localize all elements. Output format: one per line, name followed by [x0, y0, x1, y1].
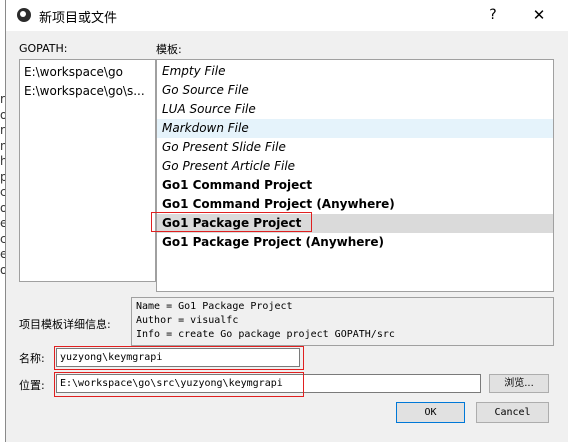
browse-button[interactable]: 浏览...	[489, 374, 549, 393]
title-bar: 新项目或文件 ? ✕	[6, 0, 568, 31]
template-item-go-source-file[interactable]: Go Source File	[157, 81, 553, 100]
gopath-item[interactable]: E:\workspace\go	[20, 63, 155, 82]
template-info-author: Author = visualfc	[136, 315, 239, 326]
gopath-item[interactable]: E:\workspace\go\s...	[20, 82, 155, 101]
ok-button[interactable]: OK	[396, 402, 465, 423]
template-item-markdown-file[interactable]: Markdown File	[157, 119, 553, 138]
template-item-go-present-article-file[interactable]: Go Present Article File	[157, 157, 553, 176]
close-button[interactable]: ✕	[526, 4, 552, 26]
highlight-location-field	[54, 372, 304, 397]
template-item-empty-file[interactable]: Empty File	[157, 62, 553, 81]
app-logo-icon	[17, 8, 31, 22]
template-info-name: Name = Go1 Package Project	[136, 301, 293, 312]
location-label: 位置:	[19, 379, 45, 392]
template-item-go-present-slide-file[interactable]: Go Present Slide File	[157, 138, 553, 157]
template-info-label: 项目模板详细信息:	[19, 318, 111, 331]
dialog-title: 新项目或文件	[39, 11, 118, 26]
template-info-description: Info = create Go package project GOPATH/…	[136, 329, 395, 340]
gopath-list[interactable]: E:\workspace\go E:\workspace\go\s...	[19, 59, 156, 282]
template-item-go1-package-project-anywhere[interactable]: Go1 Package Project (Anywhere)	[157, 233, 553, 252]
help-button[interactable]: ?	[481, 4, 505, 26]
new-project-dialog: 新项目或文件 ? ✕ GOPATH: 模板: E:\workspace\go E…	[5, 0, 568, 442]
highlight-name-field	[54, 346, 304, 370]
templates-label: 模板:	[156, 43, 182, 56]
template-item-go1-command-project[interactable]: Go1 Command Project	[157, 176, 553, 195]
gopath-label: GOPATH:	[19, 42, 68, 55]
cancel-button[interactable]: Cancel	[476, 402, 549, 423]
template-list[interactable]: Empty File Go Source File LUA Source Fil…	[156, 59, 554, 292]
name-label: 名称:	[19, 352, 45, 365]
highlight-selected-template	[151, 212, 312, 232]
template-item-lua-source-file[interactable]: LUA Source File	[157, 100, 553, 119]
template-info-box: Name = Go1 Package Project Author = visu…	[131, 297, 554, 346]
